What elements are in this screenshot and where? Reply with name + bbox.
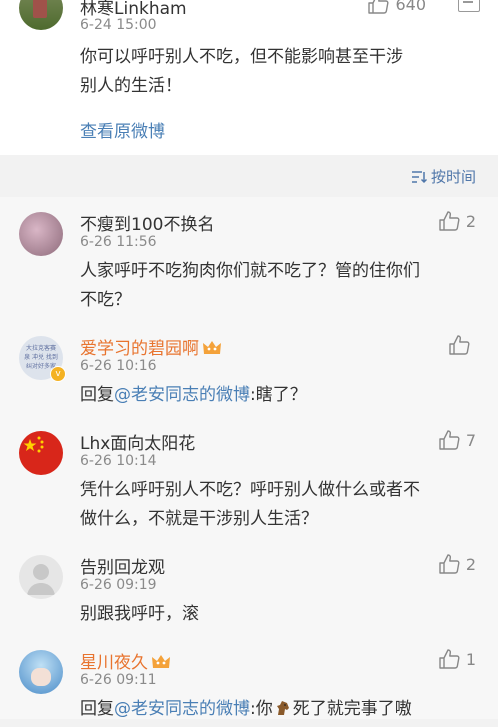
comment-item: 不瘦到100不换名 6-26 11:56 2 人家呼吁不吃狗肉你们就不吃了？管的… — [0, 197, 498, 322]
comment-icon[interactable] — [458, 0, 480, 12]
comment-text: 凭什么呼吁别人不吃？呼吁别人做什么或者不 做什么，不就是干涉别人生活？ — [80, 476, 470, 534]
sort-bar: 按时间 — [0, 155, 498, 197]
comment-time: 6-26 10:16 — [80, 358, 157, 374]
commenter-name[interactable]: 告别回龙观 — [80, 553, 165, 578]
commenter-name[interactable]: 不瘦到100不换名 — [80, 210, 214, 235]
comment-text-line: 人家呼吁不吃狗肉你们就不吃了？管的住你们 — [80, 261, 420, 281]
comment-item: 大拉克客赛泉 冲兑 找到 纠对好多家 v 爱学习的碧园啊 6-26 10:16 … — [0, 321, 498, 417]
reply-text: :你 — [250, 699, 273, 719]
comment-item: 星川夜久 6-26 09:11 1 回复@老安同志的微博:你 死了就完事了嗷 — [0, 635, 498, 719]
flag-icon — [23, 436, 44, 453]
comment-text-line: 凭什么呼吁别人不吃？呼吁别人做什么或者不 — [80, 480, 420, 500]
comment-text-line: 不吃？ — [80, 290, 131, 310]
sort-by-time-button[interactable]: 按时间 — [411, 166, 476, 187]
thumb-up-icon — [439, 649, 460, 669]
mention-link[interactable]: @老安同志的微博 — [114, 385, 250, 405]
comment-like-button[interactable]: 2 — [438, 211, 476, 231]
comment-text: 别跟我呼吁，滚 — [80, 600, 470, 629]
like-count: 2 — [465, 554, 476, 574]
commenter-name[interactable]: 爱学习的碧园啊 — [80, 334, 222, 359]
comment-item: Lhx面向太阳花 6-26 10:14 7 凭什么呼吁别人不吃？呼吁别人做什么或… — [0, 416, 498, 541]
comment-item: 告别回龙观 6-26 09:19 2 别跟我呼吁，滚 — [0, 540, 498, 636]
default-avatar-icon — [27, 564, 55, 595]
thumb-up-icon — [449, 335, 470, 355]
reply-prefix: 回复 — [80, 699, 114, 719]
commenter-name[interactable]: 星川夜久 — [80, 648, 171, 673]
sort-icon — [411, 170, 427, 183]
commenter-avatar[interactable] — [19, 431, 63, 475]
main-post: 林寒Linkham 6-24 15:00 640 你可以呼吁别人不吃，但不能影响… — [0, 0, 498, 155]
post-like-button[interactable]: 640 — [367, 0, 426, 14]
commenter-name-text: 星川夜久 — [80, 653, 148, 673]
comment-like-button[interactable]: 1 — [438, 649, 476, 669]
reply-text: :瞎了？ — [250, 385, 307, 405]
comment-time: 6-26 10:14 — [80, 453, 157, 469]
thumb-up-icon — [439, 430, 460, 450]
reply-text: 死了就完事了嗷 — [292, 699, 412, 719]
comment-text-line: 做什么，不就是干涉别人生活？ — [80, 509, 318, 529]
verified-badge-icon: v — [50, 366, 66, 382]
comment-text-line: 别跟我呼吁，滚 — [80, 604, 199, 624]
thumb-up-icon — [368, 0, 389, 14]
thumb-up-icon — [439, 554, 460, 574]
post-text-line: 你可以呼吁别人不吃，但不能影响甚至干涉 — [80, 47, 403, 67]
commenter-name[interactable]: Lhx面向太阳花 — [80, 429, 195, 454]
post-time: 6-24 15:00 — [80, 17, 157, 33]
author-avatar[interactable] — [19, 0, 63, 30]
sort-label: 按时间 — [430, 168, 476, 186]
crown-icon — [152, 655, 170, 668]
post-text: 你可以呼吁别人不吃，但不能影响甚至干涉 别人的生活！ — [80, 43, 480, 101]
view-original-link[interactable]: 查看原微博 — [80, 117, 165, 142]
like-count: 7 — [465, 430, 476, 450]
like-count: 2 — [465, 211, 476, 231]
comment-like-button[interactable]: 2 — [438, 554, 476, 574]
comment-time: 6-26 09:11 — [80, 672, 157, 688]
commenter-name-text: 爱学习的碧园啊 — [80, 339, 199, 359]
commenter-avatar[interactable] — [19, 212, 63, 256]
horse-emoji-icon — [274, 698, 292, 716]
thumb-up-icon — [439, 211, 460, 231]
comment-time: 6-26 09:19 — [80, 577, 157, 593]
comment-text: 人家呼吁不吃狗肉你们就不吃了？管的住你们 不吃？ — [80, 257, 470, 315]
comment-like-button[interactable] — [448, 335, 476, 355]
post-text-line: 别人的生活！ — [80, 76, 182, 96]
comment-like-button[interactable]: 7 — [438, 430, 476, 450]
comment-text: 回复@老安同志的微博:你 死了就完事了嗷 — [80, 695, 470, 724]
commenter-avatar[interactable] — [19, 650, 63, 694]
post-like-count: 640 — [395, 0, 426, 14]
mention-link[interactable]: @老安同志的微博 — [114, 699, 250, 719]
comment-text: 回复@老安同志的微博:瞎了？ — [80, 381, 470, 410]
comment-time: 6-26 11:56 — [80, 234, 157, 250]
reply-prefix: 回复 — [80, 385, 114, 405]
like-count: 1 — [465, 649, 476, 669]
crown-icon — [203, 341, 221, 354]
commenter-avatar[interactable] — [19, 555, 63, 599]
